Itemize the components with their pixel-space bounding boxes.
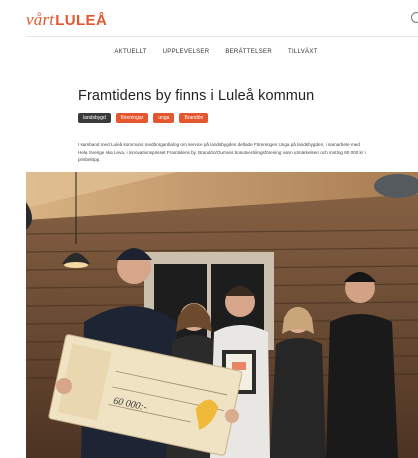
nav-item-upplevelser[interactable]: UPPLEVELSER bbox=[163, 49, 210, 55]
article-title: Framtidens by finns i Luleå kommun bbox=[78, 88, 315, 104]
main-nav: AKTUELLT UPPLEVELSER BERÄTTELSER TILLVÄX… bbox=[0, 49, 418, 55]
hero-photo: 60 000:- bbox=[26, 172, 418, 458]
nav-item-berattelser[interactable]: BERÄTTELSER bbox=[225, 49, 272, 55]
header-divider bbox=[26, 36, 418, 37]
tag-unga[interactable]: unga bbox=[153, 113, 175, 123]
nav-item-tillvaxt[interactable]: TILLVÄXT bbox=[288, 49, 318, 55]
article-intro: I samband med Luleå kommuns medborgardia… bbox=[78, 142, 366, 163]
hero-image: 60 000:- bbox=[26, 172, 418, 458]
hand-left bbox=[56, 378, 72, 394]
search-icon[interactable] bbox=[411, 12, 418, 23]
logo-name: LULEÅ bbox=[55, 12, 108, 29]
nav-item-aktuellt[interactable]: AKTUELLT bbox=[114, 49, 146, 55]
tag-list: landsbygd föreningar unga Brandön bbox=[78, 113, 209, 123]
tag-landsbygd[interactable]: landsbygd bbox=[78, 113, 111, 123]
tag-foreningar[interactable]: föreningar bbox=[115, 113, 149, 123]
logo-prefix: vårt bbox=[26, 10, 55, 29]
lamp-glow bbox=[64, 262, 88, 268]
site-logo[interactable]: vårt LULEÅ bbox=[26, 10, 107, 30]
hand-right bbox=[225, 409, 239, 423]
site-header: vårt LULEÅ bbox=[0, 0, 418, 36]
tag-brandon[interactable]: Brandön bbox=[179, 113, 209, 123]
